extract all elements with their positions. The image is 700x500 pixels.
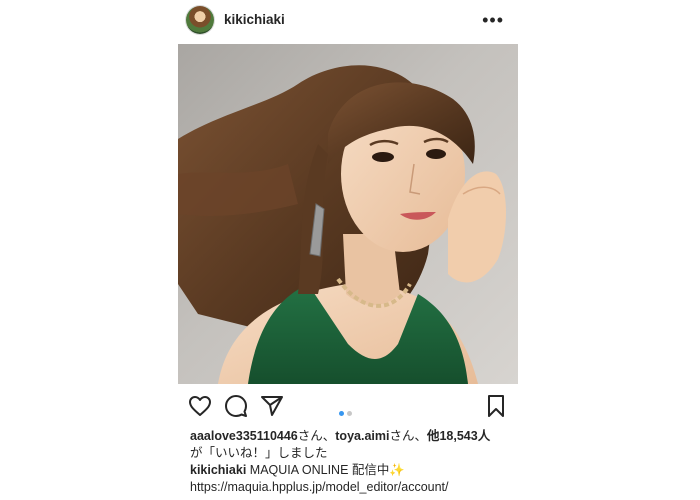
heart-icon[interactable]: [188, 394, 212, 418]
likes-suffix-1: さん、: [297, 429, 336, 443]
caption-username[interactable]: kikichiaki: [190, 463, 246, 477]
carousel-indicator: [339, 403, 355, 416]
post-photo[interactable]: [178, 44, 518, 384]
comment-icon[interactable]: [224, 394, 248, 418]
post-header: kikichiaki •••: [178, 0, 518, 44]
action-bar: [178, 390, 518, 422]
sparkles-icon: ✨: [389, 463, 405, 477]
liker-username-1[interactable]: aaalove335110446: [190, 429, 298, 443]
portrait-illustration: [178, 65, 506, 384]
likes-suffix-2: さん、: [389, 429, 427, 443]
caption-link[interactable]: https://maquia.hpplus.jp/model_editor/ac…: [190, 480, 449, 494]
likes-count[interactable]: 他18,543人: [427, 429, 490, 443]
carousel-dot-active: [339, 411, 344, 416]
liker-username-2[interactable]: toya.aimi: [335, 429, 389, 443]
share-icon[interactable]: [260, 394, 284, 418]
bookmark-icon[interactable]: [484, 394, 508, 418]
caption-text: MAQUIA ONLINE 配信中: [249, 463, 390, 477]
post-username[interactable]: kikichiaki: [224, 12, 285, 27]
instagram-post: kikichiaki ••• aaalove335110446さん、toya.a…: [178, 0, 518, 500]
likes-summary: aaalove335110446さん、toya.aimiさん、他18,543人 …: [190, 428, 520, 462]
post-caption: kikichiaki MAQUIA ONLINE 配信中✨ https://ma…: [190, 462, 520, 496]
avatar[interactable]: [186, 6, 214, 34]
carousel-dot: [347, 411, 352, 416]
more-options-icon[interactable]: •••: [482, 11, 504, 29]
likes-line-2: が「いいね！」しました: [190, 446, 328, 460]
